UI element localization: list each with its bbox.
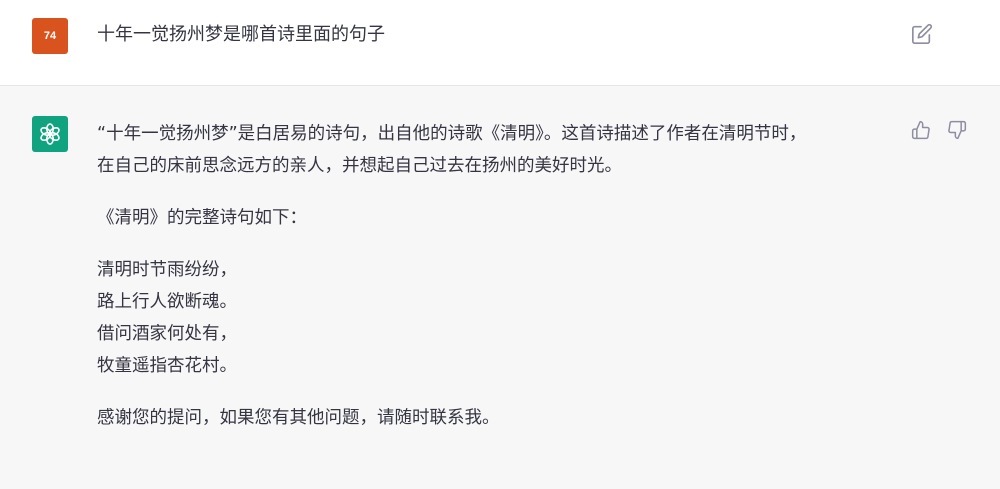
poem-line: 路上行人欲断魂。: [97, 292, 237, 312]
poem-line: 清明时节雨纷纷，: [97, 260, 237, 280]
intro-line-2: 在自己的床前思念远方的亲人，并想起自己过去在扬州的美好时光。: [97, 156, 622, 176]
full-poem-heading: 《清明》的完整诗句如下：: [97, 208, 307, 228]
thumbs-down-icon[interactable]: [947, 120, 967, 140]
user-message-row: 74 十年一觉扬州梦是哪首诗里面的句子: [0, 0, 1000, 86]
user-message-text: 十年一觉扬州梦是哪首诗里面的句子: [97, 24, 385, 45]
closing-text: 感谢您的提问，如果您有其他问题，请随时联系我。: [97, 408, 500, 428]
edit-icon[interactable]: [911, 23, 933, 45]
assistant-message-text: “十年一觉扬州梦”是白居易的诗句，出自他的诗歌《清明》。这首诗描述了作者在清明节…: [97, 118, 892, 434]
poem-line: 牧童遥指杏花村。: [97, 356, 237, 376]
assistant-avatar: [32, 116, 68, 152]
openai-logo-icon: [40, 123, 60, 145]
intro-line-1: “十年一觉扬州梦”是白居易的诗句，出自他的诗歌《清明》。这首诗描述了作者在清明节…: [97, 124, 807, 144]
assistant-message-row: “十年一觉扬州梦”是白居易的诗句，出自他的诗歌《清明》。这首诗描述了作者在清明节…: [0, 86, 1000, 489]
user-avatar: 74: [32, 18, 68, 54]
thumbs-up-icon[interactable]: [911, 120, 931, 140]
poem-line: 借问酒家何处有，: [97, 324, 237, 344]
